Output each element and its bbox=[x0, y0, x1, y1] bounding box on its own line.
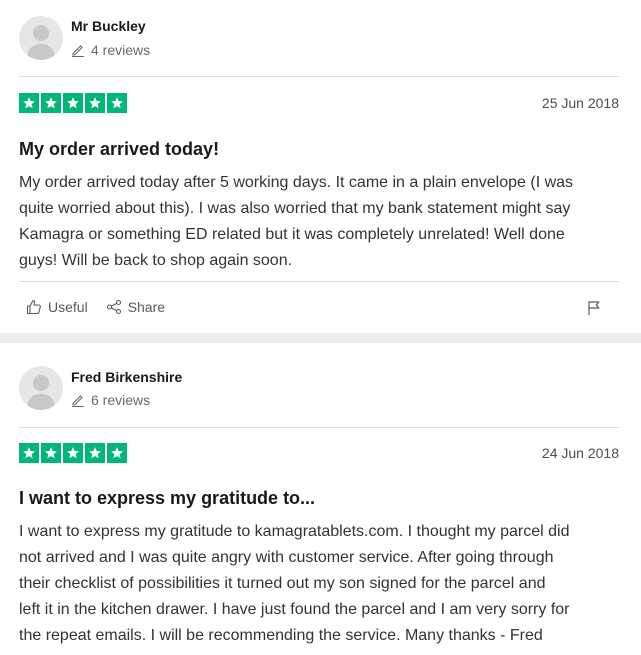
star-icon bbox=[107, 93, 127, 113]
pencil-icon bbox=[72, 395, 84, 407]
star-icon bbox=[107, 443, 127, 463]
star-icon bbox=[19, 93, 39, 113]
star-icon bbox=[63, 443, 83, 463]
review-card: Fred Birkenshire 6 reviews 24 Jun 2018 I… bbox=[0, 343, 641, 655]
divider bbox=[19, 281, 619, 282]
review-body-line: not arrived and I was quite angry with c… bbox=[19, 549, 554, 566]
review-body-line: the repeat emails. I will be recommendin… bbox=[19, 627, 543, 644]
star-icon bbox=[19, 443, 39, 463]
divider bbox=[19, 76, 619, 77]
review-title[interactable]: I want to express my gratitude to... bbox=[19, 488, 315, 509]
divider bbox=[19, 427, 619, 428]
share-label: Share bbox=[127, 299, 166, 315]
useful-label: Useful bbox=[48, 299, 88, 315]
star-rating bbox=[19, 93, 127, 113]
review-date: 24 Jun 2018 bbox=[541, 445, 619, 461]
reviewer-name[interactable]: Fred Birkenshire bbox=[71, 369, 182, 385]
review-body-line: I want to express my gratitude to kamagr… bbox=[19, 523, 570, 540]
avatar[interactable] bbox=[19, 366, 63, 410]
review-body-line: Kamagra or something ED related but it w… bbox=[19, 226, 565, 243]
review-actions: Useful Share bbox=[26, 299, 165, 315]
review-body: My order arrived today after 5 working d… bbox=[19, 170, 623, 274]
star-icon bbox=[41, 443, 61, 463]
review-title[interactable]: My order arrived today! bbox=[19, 139, 219, 160]
avatar[interactable] bbox=[19, 16, 63, 60]
avatar-person-icon bbox=[27, 375, 55, 410]
review-body-line: left it in the kitchen drawer. I have ju… bbox=[19, 601, 570, 618]
reviewer-review-count: 6 reviews bbox=[71, 392, 150, 408]
review-body-line: quite worried about this). I was also wo… bbox=[19, 200, 571, 217]
pencil-icon bbox=[72, 45, 84, 57]
review-body-line: guys! Will be back to shop again soon. bbox=[19, 252, 293, 269]
review-body: I want to express my gratitude to kamagr… bbox=[19, 519, 623, 649]
reviewer-review-count: 4 reviews bbox=[71, 42, 150, 58]
avatar-person-icon bbox=[27, 25, 55, 60]
review-count-text: 4 reviews bbox=[91, 42, 151, 58]
useful-button[interactable]: Useful bbox=[26, 299, 88, 315]
share-button[interactable]: Share bbox=[106, 299, 165, 315]
reviewer-name[interactable]: Mr Buckley bbox=[71, 18, 146, 34]
star-rating bbox=[19, 443, 127, 463]
review-body-line: their checklist of possibilities it turn… bbox=[19, 575, 546, 592]
star-icon bbox=[63, 93, 83, 113]
review-count-text: 6 reviews bbox=[91, 392, 151, 408]
star-icon bbox=[85, 443, 105, 463]
star-icon bbox=[85, 93, 105, 113]
review-separator bbox=[0, 333, 641, 343]
flag-icon bbox=[588, 301, 600, 315]
review-card: Mr Buckley 4 reviews 25 Jun 2018 My orde… bbox=[0, 0, 641, 333]
review-date: 25 Jun 2018 bbox=[541, 95, 619, 111]
thumbs-up-icon bbox=[26, 299, 41, 315]
share-icon bbox=[106, 299, 121, 315]
review-body-line: My order arrived today after 5 working d… bbox=[19, 174, 574, 191]
report-flag-button[interactable] bbox=[587, 300, 601, 321]
star-icon bbox=[41, 93, 61, 113]
